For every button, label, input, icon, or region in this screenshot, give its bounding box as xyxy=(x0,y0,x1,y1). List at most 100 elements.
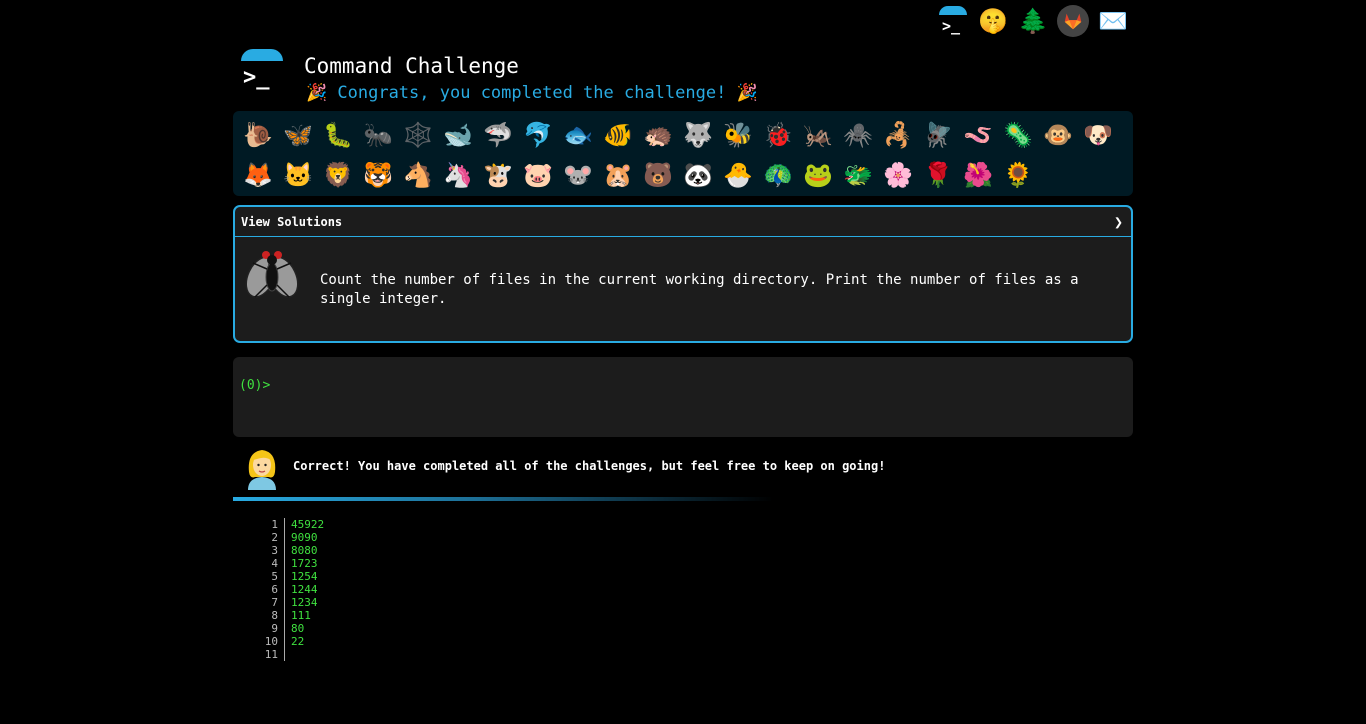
line-number: 11 xyxy=(233,648,285,661)
line-value: 45922 xyxy=(291,518,325,531)
line-number: 6 xyxy=(233,583,285,596)
output-line: 10 22 xyxy=(233,635,733,648)
creature-icon[interactable]: 🐠 xyxy=(598,115,638,155)
line-value: 80 xyxy=(291,622,305,635)
creature-icon[interactable]: 🦔 xyxy=(638,115,678,155)
line-value: 1244 xyxy=(291,583,318,596)
output-line: 2 9090 xyxy=(233,531,733,544)
result-message: Correct! You have completed all of the c… xyxy=(233,445,1133,493)
creature-icon[interactable]: 🐱 xyxy=(278,155,318,195)
creature-icon[interactable]: 🐹 xyxy=(598,155,638,195)
result-text: Correct! You have completed all of the c… xyxy=(293,459,886,473)
creature-icon[interactable]: 🐼 xyxy=(678,155,718,195)
creature-icon[interactable]: 🐯 xyxy=(358,155,398,195)
challenge-creatures: 🐌 🦋 🐛 🐜 🕸️ 🐋 🦈 🐬 🐟 🐠 🦔 🐺 🐝 🐞 🦗 🕷️ 🦂 🪰 🪱 🦠 🐵 🐶 🦊 🐱 🦁 🐯 🐴 🦄 🐮 🐷 🐭 🐹 🐻 🐼 🐣 🦚 🐸 🐲… xyxy=(233,111,1133,196)
envelope-icon[interactable]: ✉️ xyxy=(1093,3,1133,39)
creature-icon[interactable]: 🦄 xyxy=(438,155,478,195)
terminal[interactable]: (0)> xyxy=(233,357,1133,437)
top-nav: >_ 🤫 🌲 ✉️ xyxy=(933,3,1133,39)
divider-bar xyxy=(233,497,773,501)
line-number: 7 xyxy=(233,596,285,609)
output-line: 1 45922 xyxy=(233,518,733,531)
creature-icon[interactable]: 🐸 xyxy=(798,155,838,195)
output-line: 6 1244 xyxy=(233,583,733,596)
creature-icon[interactable]: 🐌 xyxy=(238,115,278,155)
creature-icon[interactable]: 🐜 xyxy=(358,115,398,155)
tree-icon[interactable]: 🌲 xyxy=(1013,3,1053,39)
creature-icon[interactable]: 🐴 xyxy=(398,155,438,195)
creature-icon[interactable]: 🦋 xyxy=(278,115,318,155)
creature-icon[interactable]: 🐟 xyxy=(558,115,598,155)
creature-icon[interactable]: 🐝 xyxy=(718,115,758,155)
creature-icon[interactable]: 🐣 xyxy=(718,155,758,195)
gitlab-icon[interactable] xyxy=(1053,3,1093,39)
creature-icon[interactable]: 🪱 xyxy=(958,115,998,155)
creature-icon[interactable]: 🦊 xyxy=(238,155,278,195)
creature-icon[interactable]: 🦚 xyxy=(758,155,798,195)
line-number: 10 xyxy=(233,635,285,648)
woman-avatar-icon xyxy=(248,450,276,490)
creature-icon[interactable]: 🦈 xyxy=(478,115,518,155)
terminal-prompt: (0)> xyxy=(239,378,271,393)
command-output: 1 45922 2 9090 3 8080 4 1723 5 1254 6 1244 7 1234 8 111… xyxy=(233,518,733,661)
line-value: 22 xyxy=(291,635,305,648)
creature-icon[interactable]: 🐲 xyxy=(838,155,878,195)
output-line: 4 1723 xyxy=(233,557,733,570)
creature-icon[interactable]: 🦂 xyxy=(878,115,918,155)
line-value: 1254 xyxy=(291,570,318,583)
line-number: 1 xyxy=(233,518,285,531)
creature-icon[interactable]: 🦗 xyxy=(798,115,838,155)
creature-icon[interactable]: 🐛 xyxy=(318,115,358,155)
creature-icon[interactable]: 🐞 xyxy=(758,115,798,155)
line-value: 1234 xyxy=(291,596,318,609)
view-solutions-toggle[interactable]: View Solutions ❯ xyxy=(235,207,1131,237)
creature-icon[interactable]: 🐺 xyxy=(678,115,718,155)
output-line: 3 8080 xyxy=(233,544,733,557)
creature-icon[interactable]: 🌻 xyxy=(998,155,1038,195)
line-number: 9 xyxy=(233,622,285,635)
chevron-right-icon: ❯ xyxy=(1113,212,1123,231)
creature-icon[interactable]: 🪰 xyxy=(918,115,958,155)
challenge-description: Count the number of files in the current… xyxy=(320,272,1079,307)
creature-icon[interactable]: 🌺 xyxy=(958,155,998,195)
line-number: 4 xyxy=(233,557,285,570)
line-number: 2 xyxy=(233,531,285,544)
terminal-logo-icon: >_ xyxy=(238,49,284,95)
line-value: 1723 xyxy=(291,557,318,570)
creature-icon[interactable]: 🐻 xyxy=(638,155,678,195)
terminal-logo-icon[interactable]: >_ xyxy=(933,3,973,39)
output-line: 11 xyxy=(233,648,733,661)
page-title: Command Challenge xyxy=(304,54,519,78)
fly-icon xyxy=(245,251,299,298)
creature-icon[interactable]: 🕸️ xyxy=(398,115,438,155)
creature-icon[interactable]: 🐋 xyxy=(438,115,478,155)
creature-icon[interactable]: 🌸 xyxy=(878,155,918,195)
line-value: 111 xyxy=(291,609,311,622)
creature-icon[interactable]: 🐷 xyxy=(518,155,558,195)
creature-icon[interactable]: 🐶 xyxy=(1078,115,1118,155)
output-line: 5 1254 xyxy=(233,570,733,583)
view-solutions-label: View Solutions xyxy=(241,214,343,229)
line-number: 5 xyxy=(233,570,285,583)
creature-icon[interactable]: 🐭 xyxy=(558,155,598,195)
creature-icon[interactable]: 🐬 xyxy=(518,115,558,155)
creature-icon[interactable]: 🌹 xyxy=(918,155,958,195)
line-number: 3 xyxy=(233,544,285,557)
creature-icon[interactable]: 🕷️ xyxy=(838,115,878,155)
creature-icon[interactable]: 🦁 xyxy=(318,155,358,195)
line-value xyxy=(285,648,291,661)
line-value: 8080 xyxy=(291,544,318,557)
terminal-input[interactable] xyxy=(273,371,1113,391)
output-line: 9 80 xyxy=(233,622,733,635)
output-line: 7 1234 xyxy=(233,596,733,609)
line-value: 9090 xyxy=(291,531,318,544)
creature-icon[interactable]: 🐵 xyxy=(1038,115,1078,155)
page-subtitle: 🎉 Congrats, you completed the challenge!… xyxy=(306,83,758,103)
line-number: 8 xyxy=(233,609,285,622)
page-header: >_ Command Challenge 🎉 Congrats, you com… xyxy=(238,47,1133,107)
creature-icon[interactable]: 🦠 xyxy=(998,115,1038,155)
challenge-panel: View Solutions ❯ Count the number of fil… xyxy=(233,205,1133,343)
creature-icon[interactable]: 🐮 xyxy=(478,155,518,195)
shush-face-icon[interactable]: 🤫 xyxy=(973,3,1013,39)
output-line: 8 111 xyxy=(233,609,733,622)
